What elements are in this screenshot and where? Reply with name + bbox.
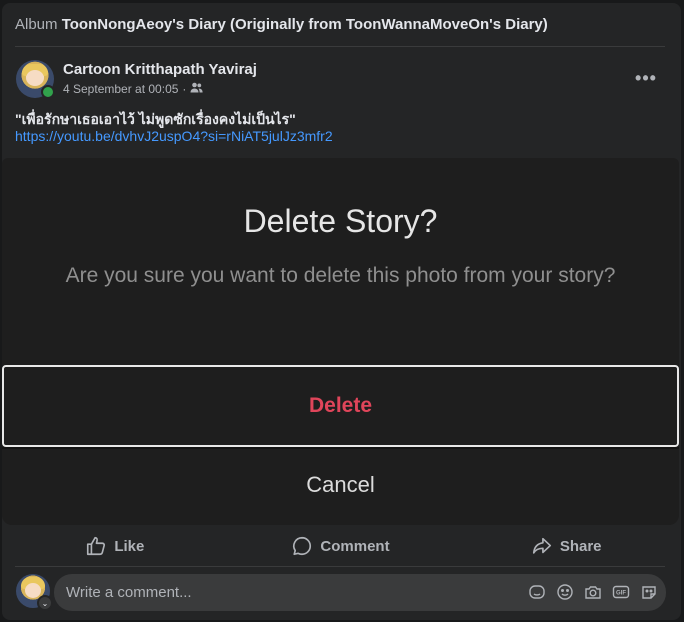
like-button[interactable]: Like	[2, 528, 228, 564]
comment-tools: GIF	[528, 583, 658, 601]
post-card: Album ToonNongAeoy's Diary (Originally f…	[2, 3, 681, 620]
more-options-button[interactable]: •••	[628, 64, 664, 92]
dialog-title: Delete Story?	[243, 203, 438, 239]
post-link[interactable]: https://youtu.be/dvhvJ2uspO4?si=rNiAT5ju…	[15, 128, 333, 144]
post-meta: 4 September at 00:05 ·	[63, 82, 204, 96]
online-status-dot	[41, 85, 55, 99]
friends-icon[interactable]	[190, 82, 204, 96]
comment-input[interactable]: Write a comment... GIF	[54, 574, 666, 611]
sticker-icon[interactable]	[528, 583, 546, 601]
avatar-sticker-icon[interactable]	[640, 583, 658, 601]
gif-icon[interactable]: GIF	[612, 583, 630, 601]
comment-label: Comment	[320, 537, 390, 555]
share-arrow-icon	[532, 537, 551, 554]
dialog-message: Are you sure you want to delete this pho…	[65, 264, 616, 287]
author-name[interactable]: Cartoon Kritthapath Yaviraj	[63, 61, 257, 78]
thumbs-up-icon	[87, 536, 106, 556]
post-date[interactable]: 4 September at 00:05	[63, 82, 178, 96]
divider	[15, 46, 665, 47]
album-name-link[interactable]: ToonNongAeoy's Diary (Originally from To…	[62, 16, 548, 33]
share-button[interactable]: Share	[453, 528, 679, 564]
post-actions: Like Comment Share	[2, 528, 679, 564]
svg-text:GIF: GIF	[616, 591, 626, 597]
commenter-avatar[interactable]: ⌄	[16, 574, 53, 611]
emoji-icon[interactable]	[556, 583, 574, 601]
cancel-button: Cancel	[306, 472, 375, 497]
comment-button[interactable]: Comment	[228, 528, 454, 564]
dialog-divider	[2, 447, 679, 449]
camera-icon[interactable]	[584, 583, 602, 601]
album-prefix: Album	[15, 16, 58, 33]
author-avatar[interactable]	[16, 60, 55, 99]
divider	[15, 566, 665, 567]
chevron-down-icon[interactable]: ⌄	[37, 595, 53, 611]
story-dialog-screenshot[interactable]: Delete Story? Are you sure you want to d…	[2, 158, 679, 525]
meta-separator: ·	[182, 82, 187, 96]
album-header: Album ToonNongAeoy's Diary (Originally f…	[15, 16, 548, 33]
comment-placeholder: Write a comment...	[66, 584, 192, 601]
share-label: Share	[559, 537, 602, 555]
delete-button: Delete	[2, 365, 679, 447]
like-label: Like	[114, 537, 145, 555]
comment-bubble-icon	[293, 536, 312, 556]
